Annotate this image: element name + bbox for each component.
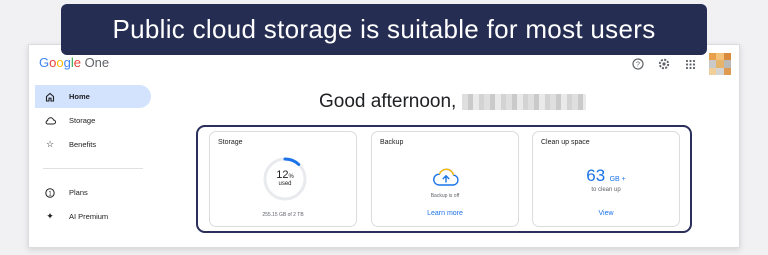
clean-up-space-card[interactable]: Clean up space 63 GB + to clean up View — [532, 131, 680, 227]
sidebar-item-label: AI Premium — [69, 212, 109, 221]
sidebar-item-plans[interactable]: 1 Plans — [35, 181, 151, 204]
sidebar-item-label: Plans — [69, 188, 88, 197]
header-actions: ? — [631, 53, 731, 75]
google-one-logo[interactable]: Google One — [39, 55, 109, 70]
sidebar-item-label: Benefits — [69, 140, 97, 149]
storage-card[interactable]: Storage 12% used 255.15 GB of 2 TB — [209, 131, 357, 227]
cleanup-amount: 63 GB + — [586, 166, 626, 185]
card-title: Backup — [380, 139, 404, 146]
sidebar-item-storage[interactable]: Storage — [35, 109, 151, 132]
star-icon: ☆ — [45, 139, 55, 149]
cleanup-subtext: to clean up — [591, 187, 621, 193]
backup-status-text: Backup is off — [430, 193, 460, 199]
svg-text:?: ? — [636, 61, 640, 68]
caption-banner: Public cloud storage is suitable for mos… — [61, 4, 707, 55]
sparkle-icon: ✦ — [46, 211, 54, 221]
storage-usage-text: 255.15 GB of 2 TB — [262, 212, 304, 218]
google-one-window: Google One ? Home Storage ☆ Benefits 1 P… — [28, 44, 740, 248]
card-title: Clean up space — [541, 139, 590, 146]
sidebar-item-benefits[interactable]: ☆ Benefits — [35, 133, 151, 156]
apps-grid-icon[interactable] — [683, 57, 697, 71]
caption-text: Public cloud storage is suitable for mos… — [112, 14, 656, 44]
learn-more-link[interactable]: Learn more — [372, 210, 518, 217]
plans-icon: 1 — [43, 187, 57, 198]
cloud-icon — [43, 116, 57, 125]
storage-percent: 12% used — [276, 169, 294, 187]
sidebar-divider — [43, 168, 143, 169]
sidebar-nav: Home Storage ☆ Benefits 1 Plans ✦ AI Pre… — [35, 85, 151, 229]
sidebar-item-ai-premium[interactable]: ✦ AI Premium — [35, 205, 151, 228]
greeting-text: Good afternoon, — [319, 91, 457, 112]
redacted-user-name — [462, 94, 587, 110]
settings-icon[interactable] — [657, 57, 671, 71]
avatar[interactable] — [709, 53, 731, 75]
view-link[interactable]: View — [533, 210, 679, 217]
card-title: Storage — [218, 139, 243, 146]
sidebar-item-home[interactable]: Home — [35, 85, 151, 108]
sidebar-item-label: Home — [69, 92, 90, 101]
help-icon[interactable]: ? — [631, 57, 645, 71]
page-greeting: Good afternoon, — [319, 91, 587, 113]
backup-card[interactable]: Backup Backup is off Learn more — [371, 131, 519, 227]
sidebar-item-label: Storage — [69, 116, 96, 125]
cloud-upload-icon — [433, 168, 459, 186]
home-icon — [43, 92, 57, 102]
